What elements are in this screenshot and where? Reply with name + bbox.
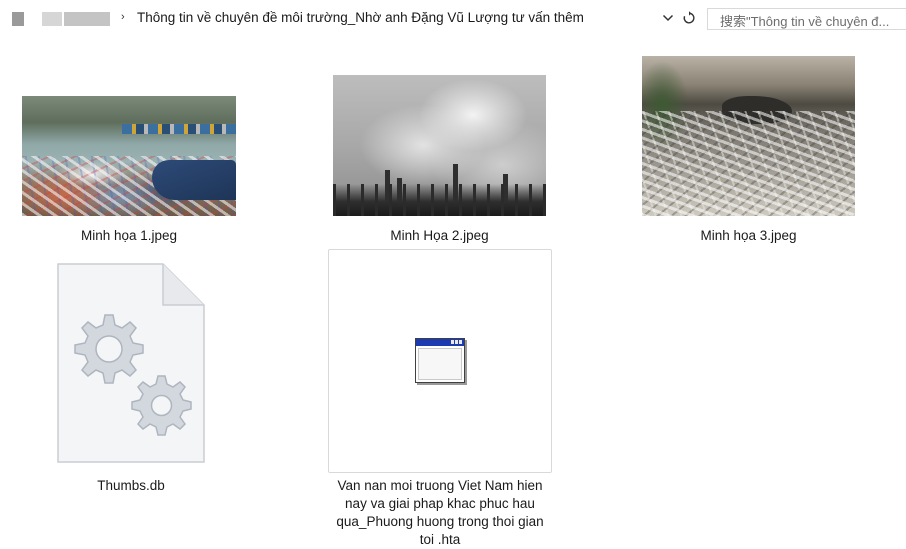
window-body <box>418 348 462 380</box>
breadcrumb-current-folder[interactable]: Thông tin về chuyên đề môi trường_Nhờ an… <box>137 10 584 25</box>
search-input[interactable]: 搜索"Thông tin về chuyên đ... <box>707 8 906 30</box>
thumbnail-detail <box>122 124 236 134</box>
file-name[interactable]: Minh họa 1.jpeg <box>22 227 236 245</box>
file-name[interactable]: Thumbs.db <box>57 477 205 495</box>
breadcrumb-separator[interactable]: › <box>121 11 125 23</box>
thumbnail-detail <box>642 111 855 216</box>
thumbnail-detail <box>333 184 546 216</box>
file-name[interactable]: Minh họa 3.jpeg <box>642 227 855 245</box>
refresh-button[interactable] <box>679 7 699 29</box>
image-thumbnail[interactable] <box>22 96 236 216</box>
application-window-icon <box>415 338 465 383</box>
window-buttons <box>451 340 462 344</box>
image-thumbnail[interactable] <box>333 75 546 216</box>
address-dropdown-button[interactable] <box>658 7 678 29</box>
chevron-down-icon <box>662 14 674 22</box>
file-name[interactable]: Minh Họa 2.jpeg <box>333 227 546 245</box>
refresh-icon <box>683 11 695 24</box>
blurred-breadcrumb[interactable] <box>64 12 110 26</box>
image-thumbnail[interactable] <box>642 56 855 216</box>
blurred-breadcrumb <box>12 12 24 26</box>
file-tile[interactable] <box>328 249 552 473</box>
thumbnail-detail <box>152 160 236 200</box>
address-bar: › Thông tin về chuyên đề môi trường_Nhờ … <box>0 0 906 44</box>
gear-file-icon[interactable] <box>57 263 205 463</box>
file-name[interactable]: Van nan moi truong Viet Nam hien nay va … <box>328 477 552 549</box>
blurred-breadcrumb <box>42 12 62 26</box>
